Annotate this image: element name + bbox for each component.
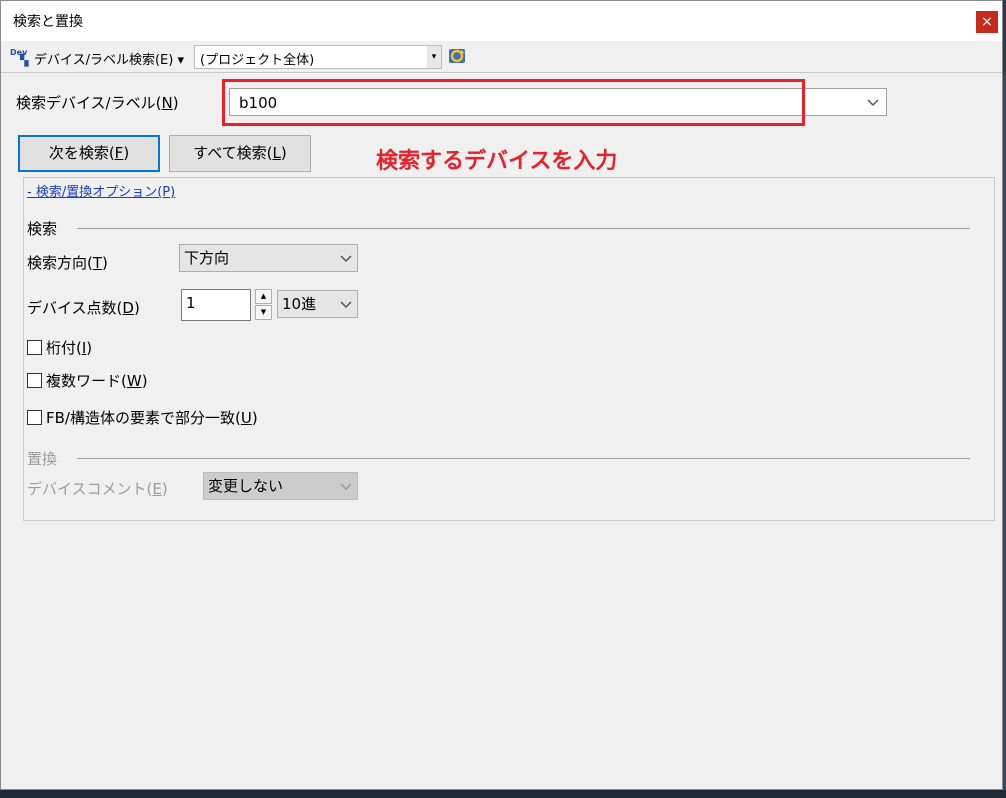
search-direction-select[interactable]: 下方向	[179, 244, 358, 272]
options-toggle-link[interactable]: - 検索/置換オプション(P)	[27, 181, 175, 200]
device-comment-value: 変更しない	[208, 477, 284, 495]
replace-section-title: 置換	[27, 450, 58, 468]
search-mode-label: デバイス/ラベル検索(E)	[34, 53, 174, 68]
title-bar[interactable]: 検索と置換 ×	[1, 1, 1002, 41]
refresh-icon[interactable]	[447, 46, 469, 66]
arrow-up-icon: ▲	[260, 292, 267, 300]
search-direction-value: 下方向	[184, 249, 230, 267]
search-device-label: 検索デバイス/ラベル(N)	[16, 94, 179, 112]
search-mode-dropdown[interactable]: デバイス/ラベル検索(E) ▾	[34, 49, 184, 68]
window-title: 検索と置換	[13, 14, 83, 30]
device-search-icon[interactable]: Dev ▚	[10, 49, 32, 67]
background-taskbar-strip	[0, 790, 1006, 798]
chevron-down-icon: ▾	[177, 53, 185, 68]
close-icon: ×	[981, 14, 993, 30]
find-all-button[interactable]: すべて検索(L)	[169, 135, 311, 172]
device-count-value: 1	[186, 294, 196, 312]
search-scope-select[interactable]: (プロジェクト全体) ▾	[194, 45, 442, 69]
arrow-down-icon: ▼	[260, 308, 267, 316]
radix-value: 10進	[282, 295, 317, 313]
replace-section-divider	[77, 458, 970, 459]
count-down-button[interactable]: ▼	[255, 305, 272, 320]
chevron-down-icon	[340, 483, 352, 491]
search-direction-label: 検索方向(T)	[27, 254, 108, 272]
count-up-button[interactable]: ▲	[255, 289, 272, 304]
find-replace-dialog: 検索と置換 × Dev ▚ デバイス/ラベル検索(E) ▾ (プロジェクト全体)…	[0, 0, 1003, 790]
digit-checkbox[interactable]: 桁付(I)	[27, 337, 92, 358]
device-count-input[interactable]: 1	[181, 289, 251, 321]
chevron-down-icon	[340, 255, 352, 263]
checkbox-box[interactable]	[27, 410, 42, 425]
checkbox-box[interactable]	[27, 373, 42, 388]
find-next-button[interactable]: 次を検索(F)	[18, 135, 160, 172]
device-count-label: デバイス点数(D)	[27, 299, 140, 317]
fb-partial-match-checkbox[interactable]: FB/構造体の要素で部分一致(U)	[27, 407, 258, 428]
chevron-down-icon: ▾	[427, 46, 441, 68]
search-section-divider	[77, 228, 970, 229]
annotation-text: 検索するデバイスを入力	[376, 149, 618, 174]
checkbox-box[interactable]	[27, 340, 42, 355]
chevron-down-icon	[340, 301, 352, 309]
close-button[interactable]: ×	[976, 11, 998, 33]
chevron-down-icon[interactable]	[864, 92, 882, 112]
search-scope-value: (プロジェクト全体)	[200, 53, 315, 68]
radix-select[interactable]: 10進	[277, 290, 358, 318]
toolbar: Dev ▚ デバイス/ラベル検索(E) ▾	[1, 41, 1002, 73]
device-comment-select[interactable]: 変更しない	[203, 472, 358, 500]
multi-word-checkbox[interactable]: 複数ワード(W)	[27, 370, 148, 391]
device-comment-label: デバイスコメント(E)	[27, 480, 168, 498]
search-section-title: 検索	[27, 220, 58, 238]
annotation-highlight-box	[222, 79, 805, 126]
